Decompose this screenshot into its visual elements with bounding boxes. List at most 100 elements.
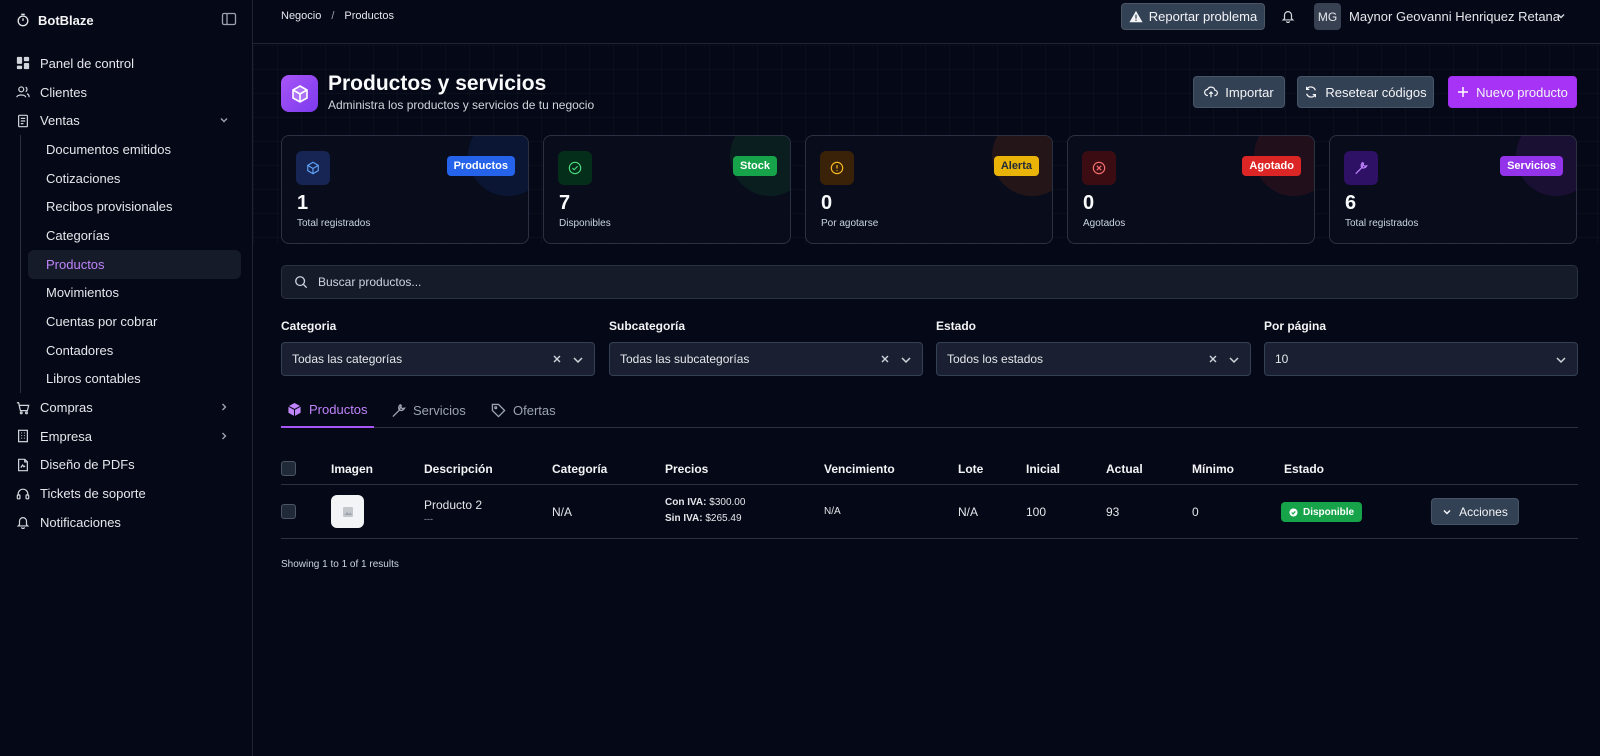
pdf-icon: [16, 458, 30, 472]
per-page-select[interactable]: 10: [1264, 342, 1578, 376]
tab-label: Ofertas: [513, 402, 556, 418]
tab-servicios[interactable]: Servicios: [391, 392, 466, 428]
column-header-precios: Precios: [665, 462, 709, 476]
sidebar-item-clientes[interactable]: Clientes: [0, 78, 253, 107]
page-subtitle: Administra los productos y servicios de …: [328, 98, 595, 112]
stat-value: 0: [1083, 192, 1095, 214]
receipt-icon: [16, 114, 30, 128]
avatar[interactable]: MG: [1314, 3, 1341, 30]
sidebar-item-compras[interactable]: Compras: [0, 393, 253, 422]
stat-label: Agotados: [1083, 218, 1126, 229]
main-content: Productos y servicios Administra los pro…: [253, 45, 1600, 756]
sidebar-item-pdfs[interactable]: Diseño de PDFs: [0, 451, 253, 480]
sidebar-item-panel[interactable]: Panel de control: [0, 49, 253, 78]
sidebar-subitem-contadores[interactable]: Contadores: [28, 336, 241, 365]
tab-label: Servicios: [413, 402, 466, 418]
breadcrumb-separator: /: [331, 10, 335, 22]
filter-label-categoria: Categoria: [281, 319, 337, 333]
stat-badge: Stock: [733, 156, 777, 176]
product-category: N/A: [552, 505, 573, 519]
search-input[interactable]: [318, 275, 1518, 289]
sidebar-item-label: Panel de control: [40, 55, 134, 71]
stat-card-stock: Stock 7 Disponibles: [543, 135, 791, 244]
chevron-down-icon: [219, 115, 229, 125]
import-label: Importar: [1225, 84, 1274, 100]
tab-ofertas[interactable]: Ofertas: [491, 392, 556, 428]
filter-label-por-pagina: Por página: [1264, 319, 1327, 333]
select-all-checkbox[interactable]: [281, 461, 296, 476]
refresh-icon: [1304, 85, 1318, 99]
import-button[interactable]: Importar: [1193, 76, 1285, 108]
row-checkbox[interactable]: [281, 504, 296, 519]
column-header-descripcion: Descripción: [424, 462, 493, 476]
user-name[interactable]: Maynor Geovanni Henriquez Retana: [1349, 9, 1560, 24]
stat-label: Disponibles: [559, 218, 611, 229]
chevron-down-icon: [1555, 354, 1567, 366]
stat-badge: Agotado: [1242, 156, 1301, 176]
sidebar-item-tickets[interactable]: Tickets de soporte: [0, 479, 253, 508]
chevron-down-icon: [900, 354, 912, 366]
select-value: Todas las categorías: [292, 352, 403, 366]
select-value: Todos los estados: [947, 352, 1044, 366]
clear-icon[interactable]: [1208, 354, 1218, 364]
stat-value: 1: [297, 192, 309, 214]
chevron-down-icon: [572, 354, 584, 366]
sidebar-item-label: Diseño de PDFs: [40, 457, 135, 473]
bot-logo-icon: [16, 13, 30, 27]
x-circle-icon: [1082, 151, 1116, 185]
status-badge: Disponible: [1281, 502, 1363, 522]
status-label: Disponible: [1303, 506, 1355, 518]
sidebar-subitem-documentos[interactable]: Documentos emitidos: [28, 135, 241, 164]
reset-codes-label: Resetear códigos: [1325, 84, 1427, 100]
sidebar-subitem-movimientos[interactable]: Movimientos: [28, 279, 241, 308]
sidebar-subitem-cotizaciones[interactable]: Cotizaciones: [28, 164, 241, 193]
stat-card-productos: Productos 1 Total registrados: [281, 135, 529, 244]
tab-label: Productos: [309, 401, 368, 417]
product-actual: 93: [1106, 505, 1120, 519]
tab-productos[interactable]: Productos: [281, 392, 374, 428]
users-icon: [16, 85, 30, 99]
chevron-right-icon: [219, 431, 229, 441]
sidebar-toggle-icon[interactable]: [221, 11, 237, 27]
stat-card-agotado: Agotado 0 Agotados: [1067, 135, 1315, 244]
sidebar-item-label: Empresa: [40, 428, 93, 444]
sidebar-item-ventas[interactable]: Ventas: [0, 106, 253, 135]
product-inicial: 100: [1026, 505, 1047, 519]
sidebar-subitem-libros[interactable]: Libros contables: [28, 365, 241, 394]
wrench-icon: [1344, 151, 1378, 185]
pagination-results: Showing 1 to 1 of 1 results: [281, 559, 399, 570]
sidebar-item-notificaciones[interactable]: Notificaciones: [0, 508, 253, 537]
column-header-categoria: Categoría: [552, 462, 608, 476]
estado-select[interactable]: Todos los estados: [936, 342, 1251, 376]
clear-icon[interactable]: [880, 354, 890, 364]
brand-name: BotBlaze: [38, 12, 94, 28]
stat-value: 6: [1345, 192, 1357, 214]
table-row[interactable]: Producto 2 --- N/A Con IVA: $300.00 Sin …: [281, 485, 1578, 539]
new-product-button[interactable]: Nuevo producto: [1448, 76, 1577, 108]
sidebar-item-empresa[interactable]: Empresa: [0, 422, 253, 451]
sidebar-item-label: Tickets de soporte: [40, 486, 146, 502]
breadcrumb-item-negocio[interactable]: Negocio: [281, 10, 321, 22]
reset-codes-button[interactable]: Resetear códigos: [1297, 76, 1434, 108]
column-header-minimo: Mínimo: [1192, 462, 1234, 476]
headset-icon: [16, 487, 30, 501]
categoria-select[interactable]: Todas las categorías: [281, 342, 595, 376]
report-problem-button[interactable]: Reportar problema: [1121, 3, 1265, 30]
clear-icon[interactable]: [552, 354, 562, 364]
notification-bell-icon[interactable]: [1281, 9, 1295, 23]
sidebar-subitem-productos[interactable]: Productos: [28, 249, 241, 279]
actions-button[interactable]: Acciones: [1431, 498, 1519, 525]
sidebar-item-label: Ventas: [40, 113, 80, 129]
stat-badge: Productos: [446, 156, 515, 176]
sidebar-subitem-categorias[interactable]: Categorías: [28, 221, 241, 250]
sidebar-subitem-recibos[interactable]: Recibos provisionales: [28, 192, 241, 221]
sidebar-subitem-cuentas[interactable]: Cuentas por cobrar: [28, 307, 241, 336]
brand[interactable]: BotBlaze: [16, 10, 94, 30]
chevron-down-icon[interactable]: [1556, 11, 1566, 21]
product-minimo: 0: [1192, 505, 1199, 519]
subcategoria-select[interactable]: Todas las subcategorías: [609, 342, 923, 376]
new-product-label: Nuevo producto: [1476, 84, 1568, 100]
check-circle-icon: [1289, 507, 1298, 517]
price-con-iva: Con IVA: $300.00: [665, 497, 745, 508]
cube-icon: [287, 402, 302, 417]
